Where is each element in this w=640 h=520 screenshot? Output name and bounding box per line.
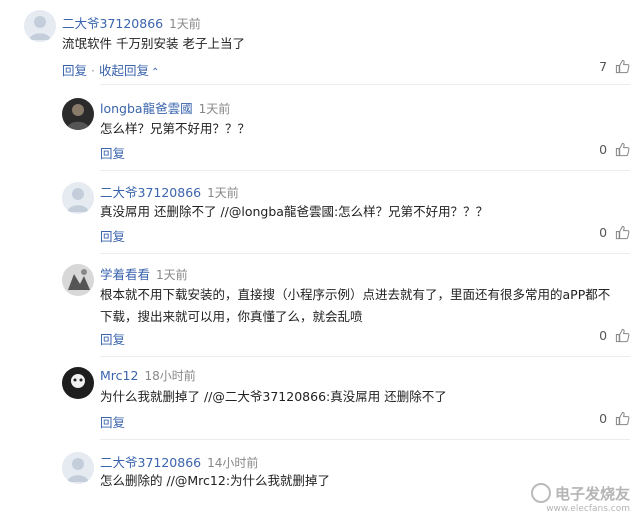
photo-avatar-icon — [62, 264, 94, 296]
comment-text: 怎么样？兄第不好用？？？ — [100, 121, 251, 136]
divider — [100, 439, 630, 440]
like-control[interactable]: 0 — [599, 142, 630, 157]
like-count: 0 — [599, 411, 608, 426]
username[interactable]: 二大爷37120866 — [62, 16, 163, 31]
divider — [100, 356, 630, 357]
divider — [100, 253, 630, 254]
watermark-logo-icon — [530, 483, 551, 503]
user-avatar[interactable] — [62, 98, 94, 130]
default-avatar-icon — [62, 182, 94, 214]
comment-text: 流氓软件 千万别安装 老子上当了 — [62, 36, 245, 51]
timestamp: 18小时前 — [144, 369, 196, 383]
thumbs-up-icon — [615, 59, 630, 74]
comment-text: 怎么删除的 //@Mrc12:为什么我就删掉了 — [100, 473, 331, 488]
user-avatar[interactable] — [62, 367, 94, 399]
separator-dot: · — [91, 63, 95, 78]
divider — [100, 170, 630, 171]
timestamp: 14小时前 — [207, 456, 259, 470]
like-count: 0 — [599, 225, 608, 240]
comment-text: 真没屌用 还删除不了 //@longba龍爸雲國:怎么样？兄第不好用？？？ — [100, 204, 489, 219]
user-avatar[interactable] — [62, 452, 94, 484]
photo-avatar-icon — [62, 367, 94, 399]
username[interactable]: 学着看看 — [100, 267, 150, 282]
reply-link[interactable]: 回复 — [100, 146, 125, 161]
user-avatar[interactable] — [62, 182, 94, 214]
comment-text: 为什么我就删掉了 //@二大爷37120866:真没屌用 还删除不了 — [100, 389, 447, 404]
default-avatar-icon — [62, 452, 94, 484]
default-avatar-icon — [24, 10, 56, 42]
like-control[interactable]: 0 — [599, 225, 630, 240]
reply-link[interactable]: 回复 — [100, 415, 125, 430]
like-control[interactable]: 7 — [599, 59, 630, 74]
like-count: 0 — [599, 328, 608, 343]
divider — [100, 84, 630, 85]
photo-avatar-icon — [62, 98, 94, 130]
thumbs-up-icon — [615, 225, 630, 240]
site-watermark: 电子发烧友 www.elecfans.com — [530, 483, 630, 514]
timestamp: 1天前 — [169, 17, 201, 31]
comment-text: 根本就不用下载安装的，直接搜（小程序示例）点进去就有了，里面还有很多常用的aPP… — [100, 287, 611, 324]
username[interactable]: longba龍爸雲國 — [100, 101, 193, 116]
thumbs-up-icon — [615, 142, 630, 157]
timestamp: 1天前 — [156, 268, 188, 282]
chevron-up-icon: ⌃ — [151, 67, 160, 78]
username[interactable]: 二大爷37120866 — [100, 185, 201, 200]
user-avatar[interactable] — [24, 10, 56, 42]
like-control[interactable]: 0 — [599, 328, 630, 343]
reply-link[interactable]: 回复 — [100, 229, 125, 244]
like-count: 0 — [599, 142, 608, 157]
reply-link[interactable]: 回复 — [100, 332, 125, 347]
like-control[interactable]: 0 — [599, 411, 630, 426]
username[interactable]: 二大爷37120866 — [100, 455, 201, 470]
thumbs-up-icon — [615, 328, 630, 343]
timestamp: 1天前 — [207, 186, 239, 200]
thumbs-up-icon — [615, 411, 630, 426]
like-count: 7 — [599, 59, 608, 74]
username[interactable]: Mrc12 — [100, 368, 138, 383]
reply-link[interactable]: 回复 — [62, 63, 87, 78]
user-avatar[interactable] — [62, 264, 94, 296]
collapse-replies-link[interactable]: 收起回复 ⌃ — [99, 63, 159, 78]
timestamp: 1天前 — [198, 102, 231, 116]
